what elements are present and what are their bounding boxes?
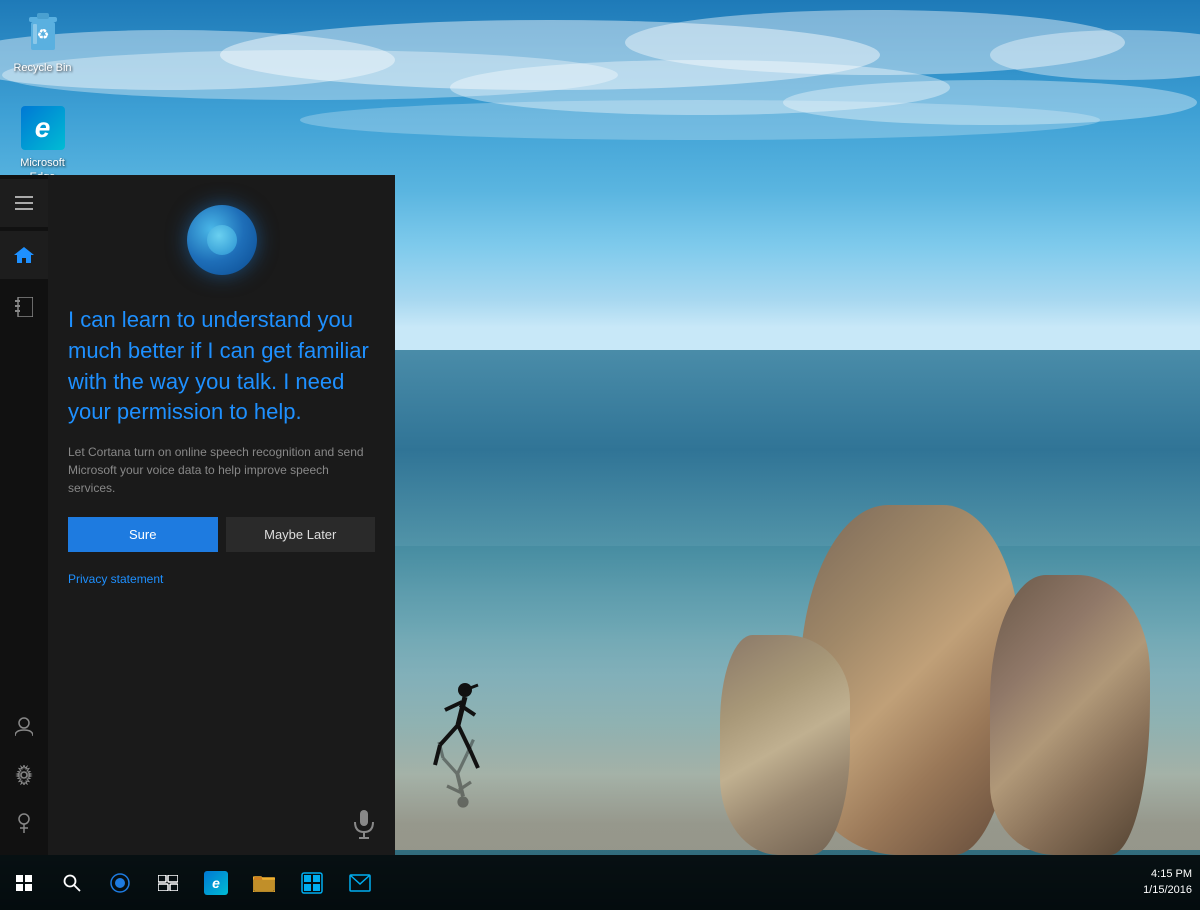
cortana-panel: I can learn to understand you much bette… [0, 175, 395, 855]
taskbar: e [0, 855, 1200, 910]
mail-taskbar-button[interactable] [336, 855, 384, 910]
taskbar-system-tray: 4:15 PM 1/15/2016 [1143, 867, 1200, 898]
cortana-mic-icon[interactable] [48, 795, 395, 855]
rock-formation-2 [990, 575, 1150, 855]
rock-formation-3 [720, 635, 850, 855]
sidebar-user[interactable] [0, 703, 48, 751]
sidebar-hamburger[interactable] [0, 179, 48, 227]
sidebar-notebook[interactable] [0, 283, 48, 331]
desktop: ♻ Recycle Bin e Microsoft Edge [0, 0, 1200, 910]
sure-button[interactable]: Sure [68, 517, 218, 552]
task-view-button[interactable] [144, 855, 192, 910]
maybe-later-button[interactable]: Maybe Later [226, 517, 376, 552]
cortana-circle [187, 205, 257, 275]
cortana-main-content: I can learn to understand you much bette… [48, 175, 395, 855]
file-explorer-taskbar-button[interactable] [240, 855, 288, 910]
sidebar-home[interactable] [0, 231, 48, 279]
system-time: 4:15 PM 1/15/2016 [1143, 867, 1192, 898]
cortana-main-text: I can learn to understand you much bette… [48, 295, 395, 443]
recycle-bin-icon[interactable]: ♻ Recycle Bin [5, 5, 80, 79]
sidebar-settings[interactable] [0, 751, 48, 799]
store-taskbar-button[interactable] [288, 855, 336, 910]
cortana-taskbar-button[interactable] [96, 855, 144, 910]
svg-text:♻: ♻ [36, 26, 49, 42]
start-button[interactable] [0, 855, 48, 910]
edge-taskbar-button[interactable]: e [192, 855, 240, 910]
cortana-logo [48, 175, 395, 295]
cortana-inner-circle [207, 225, 237, 255]
sidebar-feedback[interactable] [0, 799, 48, 847]
cortana-action-buttons: Sure Maybe Later [48, 512, 395, 567]
privacy-statement-link[interactable]: Privacy statement [48, 567, 395, 591]
search-button[interactable] [48, 855, 96, 910]
cortana-sidebar [0, 175, 48, 855]
cortana-sub-text: Let Cortana turn on online speech recogn… [48, 443, 395, 512]
